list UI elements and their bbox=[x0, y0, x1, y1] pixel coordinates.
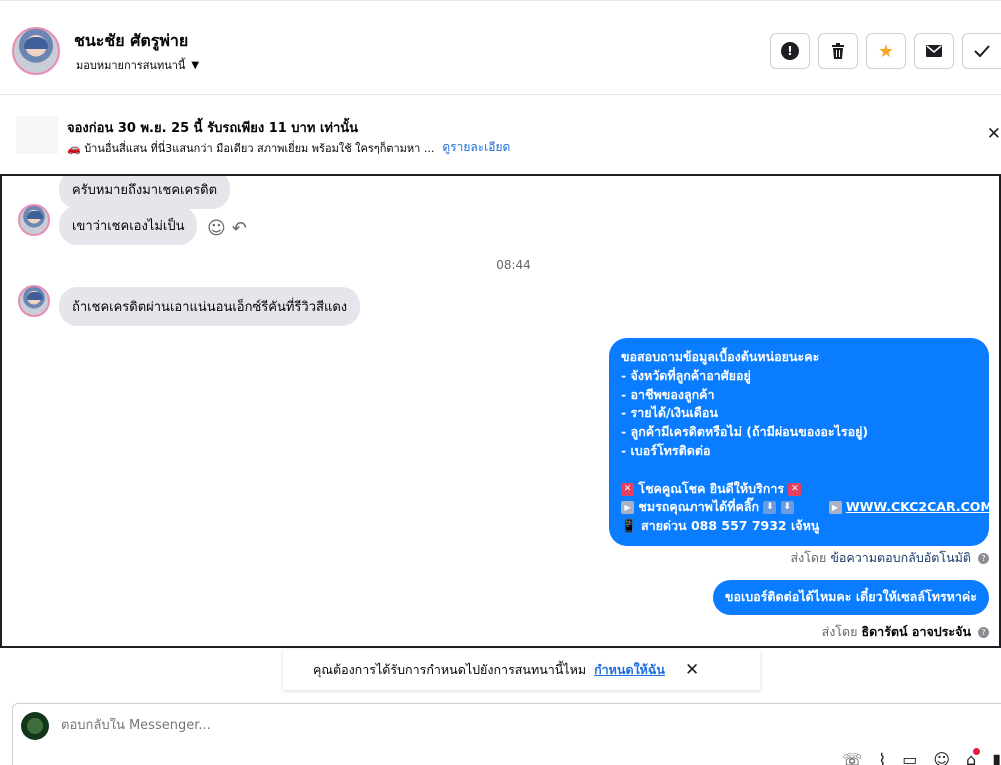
saved-replies-icon[interactable]: ▭ bbox=[902, 750, 917, 765]
message-bubble-incoming: ถ้าเชคเครดิตผ่านเอาแน่นอนเอ็กซ์รีคันที่ร… bbox=[59, 287, 361, 326]
mark-spam-button[interactable]: ! bbox=[770, 33, 810, 69]
auto-reply-line: - รายได้/เงินเดือน bbox=[621, 405, 718, 421]
reply-icon[interactable]: ↶ bbox=[232, 218, 247, 239]
reply-composer: ☏ ⌇ ▭ ☺ ⌂ ▮ bbox=[12, 703, 1001, 765]
emoji-icon[interactable]: ☺ bbox=[933, 750, 950, 765]
ad-thumbnail bbox=[16, 116, 58, 154]
sender-avatar bbox=[18, 285, 50, 317]
message-bubble-incoming: เขาว่าเชคเองไม่เป็น bbox=[59, 206, 198, 245]
promo-text: โชคคูณโชค ยินดีให้บริการ bbox=[638, 480, 785, 496]
tag-icon[interactable]: ⌂ bbox=[966, 748, 981, 765]
delete-button[interactable] bbox=[818, 33, 858, 69]
composer-toolbar: ☏ ⌇ ▭ ☺ ⌂ ▮ bbox=[842, 748, 1001, 765]
gallery-line: ▶ ชมรถคุณภาพได้ที่คลิ๊ก ⬇ ⬇ ▶ WWW.CKC2CA… bbox=[621, 498, 993, 517]
close-icon[interactable]: ✕ bbox=[987, 124, 1001, 144]
message-thread[interactable]: ครับหมายถึงมาเชคเครดิต เขาว่าเชคเองไม่เป… bbox=[0, 174, 1001, 648]
signal-icon[interactable]: ▮ bbox=[992, 750, 1001, 765]
auto-reply-line: - ลูกค้ามีเครดิตหรือไม่ (ถ้ามีผ่อนของอะไ… bbox=[621, 424, 869, 440]
page-avatar bbox=[21, 712, 49, 740]
sent-by-agent[interactable]: ธิดารัตน์ อาจประจัน bbox=[861, 624, 971, 639]
ad-subtitle-row: 🚗 บ้านอื่นสี่แสน ที่นี่3แสนกว่า มือเดียว… bbox=[67, 138, 510, 157]
down-arrow-icon: ⬇ bbox=[780, 501, 794, 515]
assign-label: มอบหมายการสนทนานี้ bbox=[76, 59, 186, 72]
ad-details-link[interactable]: ดูรายละเอียด bbox=[442, 138, 510, 157]
auto-reply-line: ขอสอบถามข้อมูลเบื้องต้นหน่อยนะคะ bbox=[621, 349, 820, 364]
message-text: ขอเบอร์ติดต่อได้ไหมคะ เดี๋ยวให้เซลล์โทรห… bbox=[724, 589, 977, 604]
sender-avatar bbox=[18, 204, 50, 236]
message-bubble-incoming: ครับหมายถึงมาเชคเครดิต bbox=[59, 176, 231, 209]
gallery-text: ชมรถคุณภาพได้ที่คลิ๊ก bbox=[638, 499, 760, 515]
sent-by-prefix: ส่งโดย bbox=[790, 550, 827, 565]
auto-reply-line: - อาชีพของลูกค้า bbox=[621, 386, 715, 402]
play-button-icon: ▶ bbox=[828, 501, 842, 515]
time-separator: 08:44 bbox=[496, 258, 531, 272]
play-button-icon: ▶ bbox=[621, 501, 634, 515]
message-actions: ☺ ↶ bbox=[207, 218, 247, 239]
exclamation-circle-icon: ! bbox=[781, 42, 799, 60]
contact-avatar[interactable] bbox=[12, 27, 60, 75]
sent-by-prefix: ส่งโดย bbox=[821, 624, 858, 639]
assign-conversation-dropdown[interactable]: มอบหมายการสนทนานี้ ▼ bbox=[76, 56, 199, 74]
envelope-icon bbox=[926, 45, 942, 57]
down-arrow-icon: ⬇ bbox=[763, 501, 777, 515]
cross-mark-icon: ✕ bbox=[621, 482, 634, 496]
auto-reply-line: - จังหวัดที่ลูกค้าอาศัยอยู่ bbox=[621, 367, 751, 383]
reply-input[interactable] bbox=[61, 718, 661, 733]
promo-line: ✕ โชคคูณโชค ยินดีให้บริการ ✕ bbox=[621, 480, 977, 499]
contact-name[interactable]: ชนะชัย ศัตรูพ่าย bbox=[74, 29, 188, 54]
cross-mark-icon: ✕ bbox=[788, 482, 802, 496]
mark-done-button[interactable] bbox=[962, 33, 1001, 69]
sent-by-label: ส่งโดย ข้อความตอบกลับอัตโนมัติ ? bbox=[790, 548, 989, 568]
website-link[interactable]: WWW.CKC2CAR.COM bbox=[846, 499, 993, 514]
attachment-icon[interactable]: ⌇ bbox=[878, 750, 886, 765]
add-contact-icon[interactable]: ☏ bbox=[842, 750, 862, 765]
assign-to-me-link[interactable]: กำหนดให้ฉัน bbox=[594, 660, 665, 680]
auto-reply-line: - เบอร์โทรติดต่อ bbox=[621, 442, 711, 458]
check-icon bbox=[974, 45, 990, 57]
ad-subtitle: 🚗 บ้านอื่นสี่แสน ที่นี่3แสนกว่า มือเดียว… bbox=[67, 141, 435, 155]
caret-down-icon: ▼ bbox=[191, 59, 200, 71]
mark-unread-button[interactable] bbox=[914, 33, 954, 69]
ad-title: จองก่อน 30 พ.ย. 25 นี้ รับรถเพียง 11 บาท… bbox=[67, 121, 359, 136]
help-icon[interactable]: ? bbox=[978, 627, 989, 638]
ad-context-banner: จองก่อน 30 พ.ย. 25 นี้ รับรถเพียง 11 บาท… bbox=[0, 96, 1001, 172]
follow-up-button[interactable]: ★ bbox=[866, 33, 906, 69]
sent-by-auto-reply[interactable]: ข้อความตอบกลับอัตโนมัติ bbox=[830, 550, 971, 565]
message-bubble-outgoing-auto: ขอสอบถามข้อมูลเบื้องต้นหน่อยนะคะ - จังหว… bbox=[609, 338, 993, 546]
assign-reminder-toast: คุณต้องการได้รับการกำหนดไปยังการสนทนานี้… bbox=[283, 650, 760, 690]
sent-by-label: ส่งโดย ธิดารัตน์ อาจประจัน ? bbox=[822, 622, 989, 642]
conversation-header: ชนะชัย ศัตรูพ่าย มอบหมายการสนทนานี้ ▼ ! … bbox=[0, 0, 1001, 95]
hotline-line: 📱 สายด่วน 088 557 7932 เจ้หนู bbox=[621, 517, 977, 536]
emoji-react-icon[interactable]: ☺ bbox=[207, 218, 226, 239]
star-icon: ★ bbox=[877, 40, 895, 62]
hotline-text: สายด่วน 088 557 7932 เจ้หนู bbox=[640, 518, 820, 534]
message-bubble-outgoing: ขอเบอร์ติดต่อได้ไหมคะ เดี๋ยวให้เซลล์โทรห… bbox=[712, 580, 989, 615]
trash-icon bbox=[832, 43, 844, 59]
reminder-text: คุณต้องการได้รับการกำหนดไปยังการสนทนานี้… bbox=[313, 662, 587, 677]
help-icon[interactable]: ? bbox=[978, 553, 989, 564]
mobile-phone-icon: 📱 bbox=[621, 518, 637, 534]
close-icon[interactable]: ✕ bbox=[685, 660, 699, 680]
header-actions: ! ★ bbox=[770, 33, 1001, 69]
